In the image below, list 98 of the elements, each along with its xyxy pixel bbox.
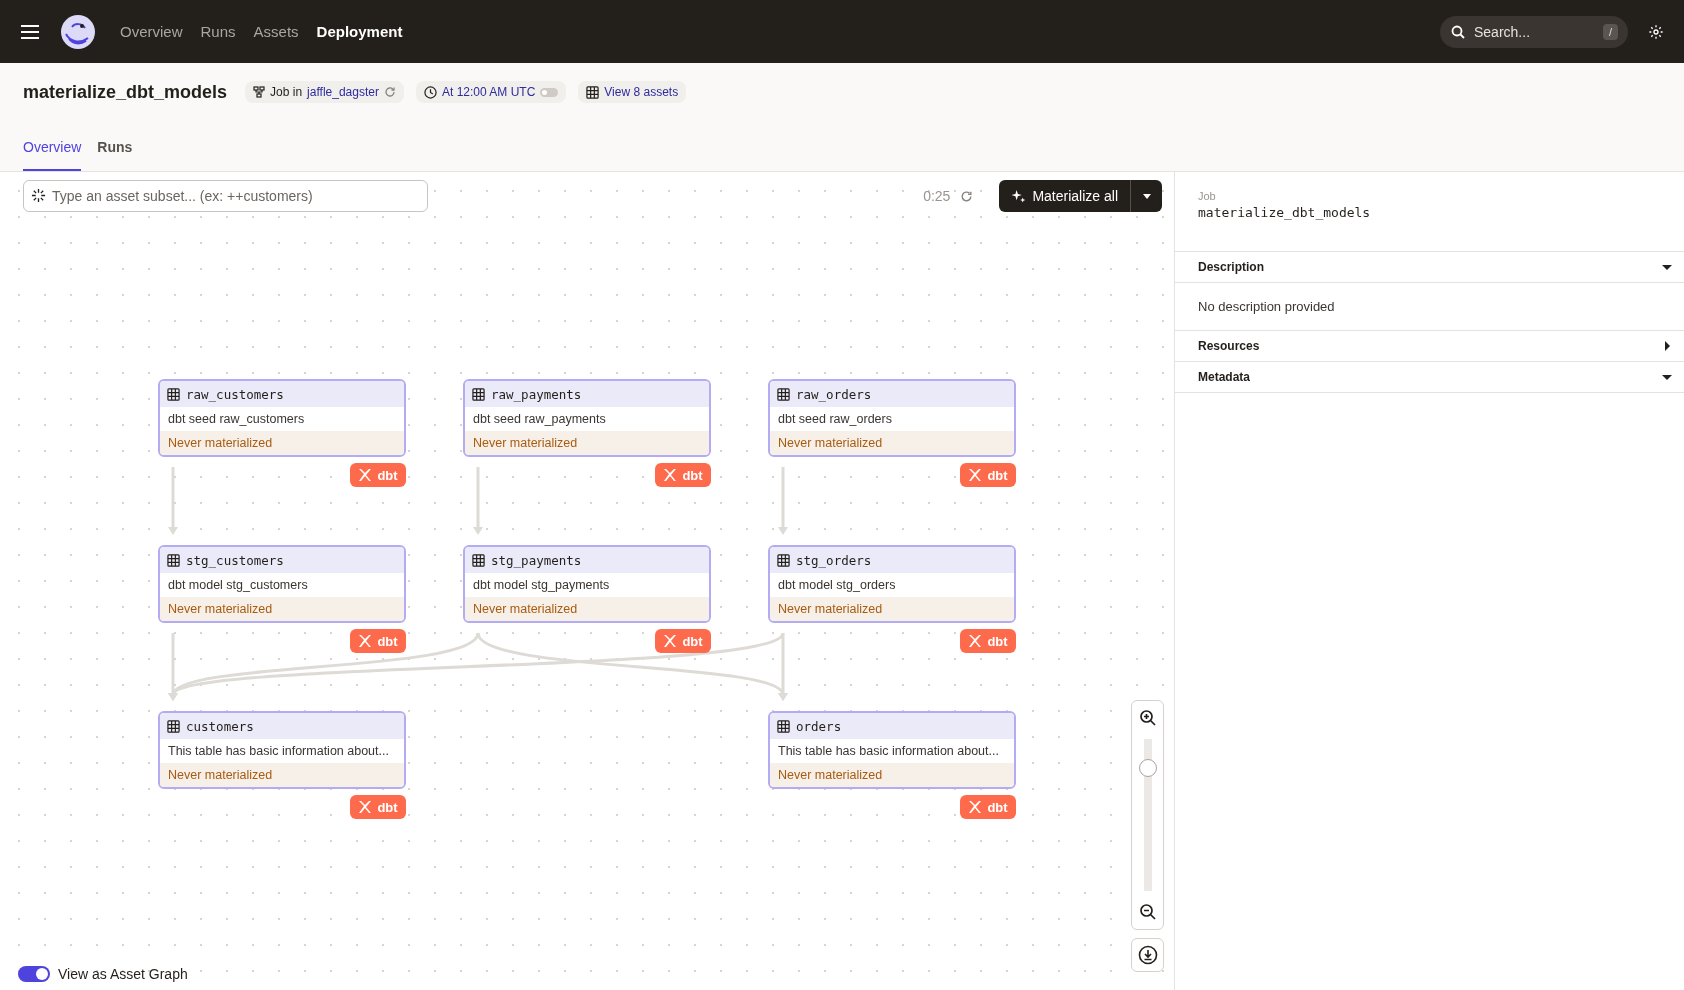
materialize-all-button[interactable]: Materialize all: [999, 180, 1130, 212]
section-title: Description: [1198, 260, 1264, 274]
asset-status: Never materialized: [770, 763, 1014, 787]
asset-name: stg_payments: [491, 552, 582, 568]
download-button[interactable]: [1131, 938, 1164, 972]
asset-description: This table has basic information about...: [777, 743, 1000, 760]
asset-node[interactable]: stg_orders dbt model stg_orders Never materialized: [768, 545, 1016, 623]
table-icon: [167, 387, 180, 401]
sparkle-icon: [1011, 188, 1027, 204]
clock-icon: [423, 85, 437, 99]
asset-filter-field[interactable]: Type an asset subset... (ex: ++customers): [23, 180, 428, 212]
sidebar-job-name: materialize_dbt_models: [1198, 205, 1372, 220]
section-title: Resources: [1198, 339, 1260, 353]
sidebar-caption: Job: [1198, 190, 1217, 202]
asset-node[interactable]: raw_orders dbt seed raw_orders Never materialized: [768, 379, 1016, 457]
dropdown-button[interactable]: [1130, 180, 1162, 212]
table-icon: [167, 719, 180, 733]
dbt-logo-icon: [358, 800, 373, 814]
asset-name: orders: [796, 718, 842, 734]
asset-status: Never materialized: [770, 431, 1014, 455]
asset-graph-toggle[interactable]: [18, 966, 50, 982]
asset-status: Never materialized: [770, 597, 1014, 621]
schedule-toggle[interactable]: [540, 87, 559, 97]
tag-label: dbt: [682, 633, 703, 649]
zoom-in-icon: [1138, 709, 1157, 727]
asset-node[interactable]: stg_customers dbt model stg_customers Never materialized: [158, 545, 406, 623]
tag-label: dbt: [377, 467, 398, 483]
table-icon: [777, 719, 790, 733]
table-icon: [472, 553, 485, 567]
asset-name: stg_customers: [186, 552, 284, 568]
tab[interactable]: Runs: [97, 139, 133, 171]
schedule-link[interactable]: At 12:00 AM UTC: [441, 85, 536, 99]
dbt-logo-icon: [358, 634, 373, 648]
asset-description: This table has basic information about...: [167, 743, 390, 760]
table-icon: [472, 387, 485, 401]
sparkle-icon: [31, 188, 46, 203]
table-icon: [586, 85, 600, 99]
job-label: Job in: [270, 85, 303, 99]
asset-status: Never materialized: [160, 431, 404, 455]
tag-label: dbt: [987, 467, 1008, 483]
tag-label: dbt: [987, 633, 1008, 649]
dbt-logo-icon: [968, 634, 983, 648]
download-icon: [1137, 945, 1158, 965]
asset-description: dbt model stg_payments: [472, 577, 611, 594]
tag-label: dbt: [987, 799, 1008, 815]
dbt-logo-icon: [358, 468, 373, 482]
asset-node[interactable]: customers This table has basic information about... Never materialized: [158, 711, 406, 789]
section-title: Metadata: [1198, 370, 1250, 384]
tag-label: dbt: [377, 633, 398, 649]
asset-description: dbt model stg_orders: [777, 577, 897, 594]
table-icon: [167, 553, 180, 567]
dbt-logo-icon: [968, 800, 983, 814]
edge-arrow: [168, 467, 178, 535]
edge-arrow: [473, 467, 483, 535]
refresh-icon[interactable]: [383, 86, 396, 98]
tag-label: dbt: [682, 467, 703, 483]
asset-name: raw_orders: [796, 386, 872, 402]
asset-description: dbt seed raw_payments: [472, 411, 607, 428]
tag-label: dbt: [377, 799, 398, 815]
toggle-label: View as Asset Graph: [58, 966, 188, 982]
asset-node[interactable]: raw_payments dbt seed raw_payments Never materialized: [463, 379, 711, 457]
asset-name: raw_payments: [491, 386, 582, 402]
edge-arrow: [778, 467, 788, 535]
nav-link[interactable]: Overview: [120, 23, 183, 40]
asset-status: Never materialized: [160, 597, 404, 621]
dbt-logo-icon: [968, 468, 983, 482]
view-assets-link[interactable]: View 8 assets: [604, 85, 679, 99]
hierarchy-icon: [253, 86, 266, 98]
asset-node[interactable]: stg_payments dbt model stg_payments Never materialized: [463, 545, 711, 623]
asset-status: Never materialized: [465, 597, 709, 621]
asset-name: raw_customers: [186, 386, 284, 402]
asset-description: dbt model stg_customers: [167, 577, 309, 594]
repository-link[interactable]: jaffle_dagster: [307, 85, 379, 99]
nav-link[interactable]: Assets: [253, 23, 299, 40]
refresh-icon[interactable]: [960, 189, 974, 203]
job-title: materialize_dbt_models: [23, 81, 228, 103]
asset-status: Never materialized: [160, 763, 404, 787]
asset-description: dbt seed raw_orders: [777, 411, 893, 428]
asset-status: Never materialized: [465, 431, 709, 455]
menu-button[interactable]: [20, 23, 40, 40]
nav-link[interactable]: Deployment: [316, 23, 403, 40]
search-icon: [1451, 24, 1465, 39]
settings-button[interactable]: [1648, 23, 1664, 40]
asset-name: customers: [186, 718, 254, 734]
dbt-logo-icon: [663, 468, 678, 482]
zoom-out-icon: [1138, 903, 1157, 921]
refresh-timer: 0:25: [923, 188, 951, 204]
asset-name: stg_orders: [796, 552, 872, 568]
nav-link[interactable]: Runs: [200, 23, 236, 40]
asset-description: dbt seed raw_customers: [167, 411, 306, 428]
dbt-logo-icon: [663, 634, 678, 648]
asset-node[interactable]: orders This table has basic information about... Never materialized: [768, 711, 1016, 789]
zoom-slider-thumb[interactable]: [1138, 759, 1157, 778]
asset-node[interactable]: raw_customers dbt seed raw_customers Never materialized: [158, 379, 406, 457]
table-icon: [777, 553, 790, 567]
caret-icon: [1142, 193, 1151, 199]
table-icon: [777, 387, 790, 401]
logo-icon[interactable]: [60, 13, 96, 50]
